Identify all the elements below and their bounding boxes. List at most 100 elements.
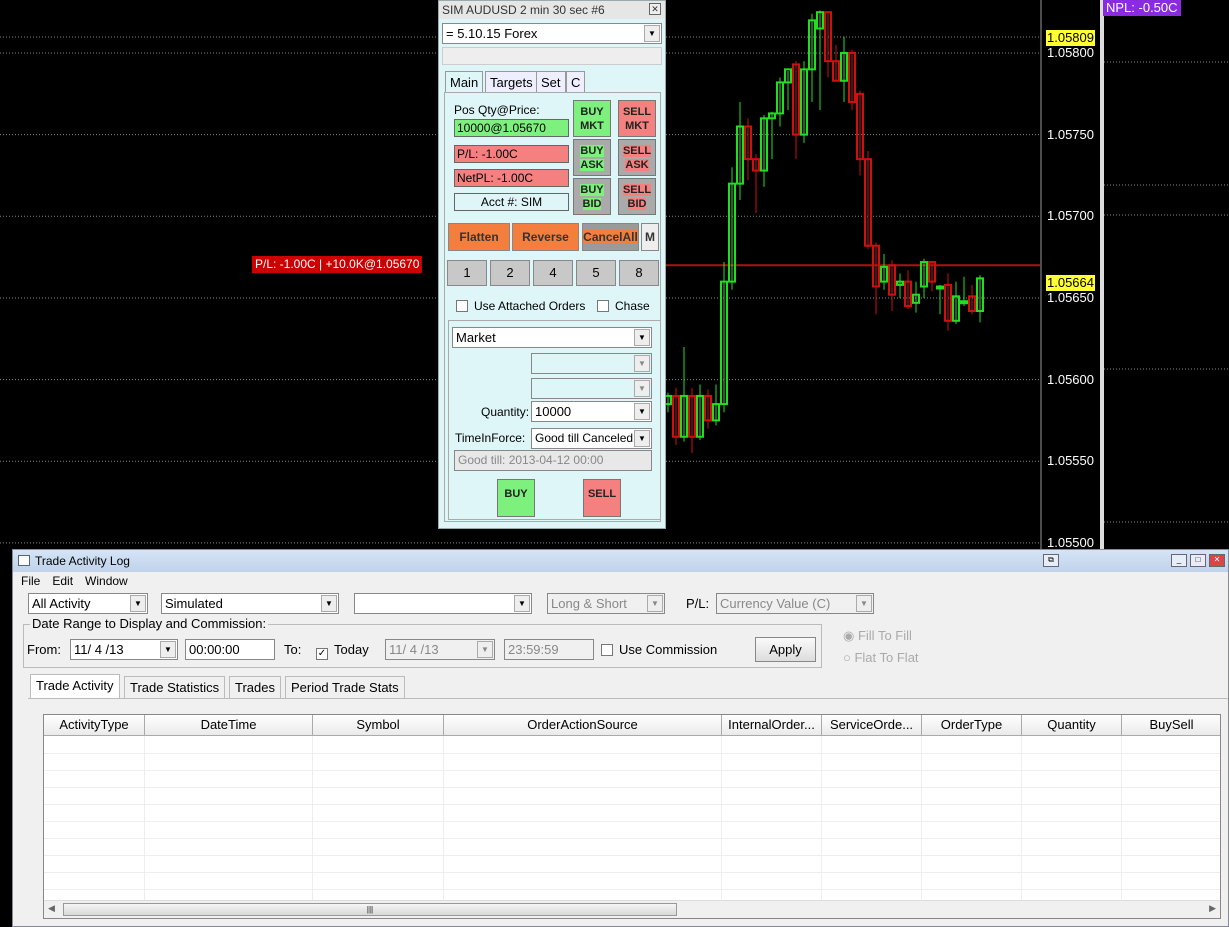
price-tick-label: 1.05550 <box>1047 453 1094 469</box>
close-icon[interactable]: ✕ <box>1209 554 1225 567</box>
chase-checkbox[interactable]: Chase <box>597 299 650 313</box>
column-header[interactable]: OrderActionSource <box>444 715 722 736</box>
pl-mode-select: Currency Value (C) ▼ <box>716 593 874 614</box>
column-divider <box>312 736 313 900</box>
price-tick-label: 1.05600 <box>1047 371 1094 387</box>
chevron-down-icon: ▼ <box>634 355 650 372</box>
checkbox-icon <box>456 300 468 312</box>
column-divider <box>921 736 922 900</box>
price-tick-label: 1.05750 <box>1047 126 1094 142</box>
price-tick-label: 1.05800 <box>1047 45 1094 60</box>
activity-select[interactable]: All Activity ▼ <box>28 593 148 614</box>
sell-ask-button[interactable]: SELL ASK <box>618 139 656 176</box>
maximize-icon[interactable]: □ <box>1190 554 1206 567</box>
account-select[interactable]: Simulated ▼ <box>161 593 339 614</box>
sell-bid-button[interactable]: SELL BID <box>618 178 656 215</box>
qty-button-2[interactable]: 2 <box>490 260 530 286</box>
column-header[interactable]: ActivityType <box>44 715 145 736</box>
tab-c[interactable]: C <box>566 71 586 92</box>
sell-button[interactable]: SELL <box>583 479 621 517</box>
order-type-select[interactable]: Market ▼ <box>452 327 652 348</box>
chevron-down-icon: ▼ <box>634 430 650 447</box>
tif-label: TimeInForce: <box>455 431 526 445</box>
sell-market-button[interactable]: SELL MKT <box>618 100 656 137</box>
date-range-label: Date Range to Display and Commission: <box>30 616 269 631</box>
tab-main[interactable]: Main <box>445 71 484 93</box>
close-icon[interactable]: ✕ <box>649 3 661 15</box>
menu-window[interactable]: Window <box>85 574 128 588</box>
menu-file[interactable]: File <box>21 574 40 588</box>
buy-button[interactable]: BUY <box>497 479 535 517</box>
column-header[interactable]: BuySell <box>1122 715 1220 736</box>
quantity-select[interactable]: 10000 ▼ <box>531 401 652 422</box>
price-select-2: ▼ <box>531 378 652 399</box>
column-header[interactable]: OrderType <box>922 715 1022 736</box>
horizontal-scrollbar[interactable]: ◀ ||| ▶ <box>44 900 1220 918</box>
qty-button-1[interactable]: 1 <box>447 260 487 286</box>
account-field: Acct #: SIM <box>454 193 569 211</box>
table-row <box>44 770 1220 771</box>
price-marker: 1.05809 <box>1046 30 1095 47</box>
tab-trades[interactable]: Trades <box>229 676 281 698</box>
minimize-icon[interactable]: _ <box>1171 554 1187 567</box>
column-header[interactable]: ServiceOrde... <box>822 715 922 736</box>
chevron-down-icon: ▼ <box>856 595 872 612</box>
price-select-1: ▼ <box>531 353 652 374</box>
strategy-value: = 5.10.15 Forex <box>446 26 538 41</box>
table-row <box>44 804 1220 805</box>
pl-field: P/L: -1.00C <box>454 145 569 163</box>
log-title-bar[interactable]: Trade Activity Log ⧉ _ □ ✕ <box>13 550 1228 572</box>
fill-to-fill-radio: ◉ Fill To Fill <box>843 628 912 643</box>
buy-bid-button[interactable]: BUY BID <box>573 178 611 215</box>
flatten-button[interactable]: Flatten <box>448 223 510 251</box>
dialog-title-bar[interactable]: SIM AUDUSD 2 min 30 sec #6 ✕ <box>439 1 665 19</box>
restore-icon[interactable]: ⧉ <box>1043 554 1059 567</box>
tab-targets[interactable]: Targets <box>485 71 538 92</box>
apply-button[interactable]: Apply <box>755 637 816 662</box>
qty-button-5[interactable]: 5 <box>576 260 616 286</box>
column-header[interactable]: DateTime <box>145 715 313 736</box>
chevron-down-icon: ▼ <box>644 25 660 42</box>
from-time-spinner[interactable]: 00:00:00 <box>185 639 275 660</box>
checkbox-icon <box>601 644 613 656</box>
buy-market-button[interactable]: BUY MKT <box>573 100 611 137</box>
to-time-spinner: 23:59:59 <box>504 639 594 660</box>
column-header[interactable]: Quantity <box>1022 715 1122 736</box>
app-icon <box>18 555 30 566</box>
tab-trade-activity[interactable]: Trade Activity <box>30 674 120 698</box>
cancel-all-button[interactable]: CancelAll <box>582 223 639 251</box>
checkbox-icon <box>597 300 609 312</box>
column-divider <box>443 736 444 900</box>
scrollbar-thumb[interactable]: ||| <box>63 903 677 916</box>
buy-ask-button[interactable]: BUY ASK <box>573 139 611 176</box>
table-row <box>44 753 1220 754</box>
use-attached-orders-checkbox[interactable]: Use Attached Orders <box>456 299 585 313</box>
column-header[interactable]: Symbol <box>313 715 444 736</box>
m-button[interactable]: M <box>641 223 659 251</box>
trade-activity-table[interactable]: ActivityType DateTime Symbol OrderActionSou… <box>43 714 1221 919</box>
price-tick-label: 1.05700 <box>1047 208 1094 224</box>
chevron-down-icon: ▼ <box>634 380 650 397</box>
tab-period-trade-stats[interactable]: Period Trade Stats <box>285 676 405 698</box>
time-in-force-select[interactable]: Good till Canceled ▼ <box>531 428 652 449</box>
today-checkbox[interactable]: ✓ Today <box>316 642 369 660</box>
scroll-left-icon[interactable]: ◀ <box>48 903 55 914</box>
qty-button-8[interactable]: 8 <box>619 260 659 286</box>
table-row <box>44 838 1220 839</box>
check-icon: ✓ <box>316 648 328 660</box>
column-header[interactable]: InternalOrder... <box>722 715 822 736</box>
qty-button-4[interactable]: 4 <box>533 260 573 286</box>
from-date-picker[interactable]: 11/ 4 /13 ▼ <box>70 639 178 660</box>
table-row <box>44 872 1220 873</box>
menu-edit[interactable]: Edit <box>52 574 73 588</box>
chevron-down-icon: ▼ <box>634 329 650 346</box>
flat-to-flat-radio: ○ Flat To Flat <box>843 650 919 665</box>
reverse-button[interactable]: Reverse <box>512 223 579 251</box>
use-commission-checkbox[interactable]: Use Commission <box>601 642 717 657</box>
tab-trade-statistics[interactable]: Trade Statistics <box>124 676 226 698</box>
symbol-select[interactable]: ▼ <box>354 593 532 614</box>
tab-set[interactable]: Set <box>536 71 566 92</box>
strategy-select[interactable]: = 5.10.15 Forex ▼ <box>442 23 662 44</box>
to-label: To: <box>284 642 302 657</box>
scroll-right-icon[interactable]: ▶ <box>1209 903 1216 914</box>
